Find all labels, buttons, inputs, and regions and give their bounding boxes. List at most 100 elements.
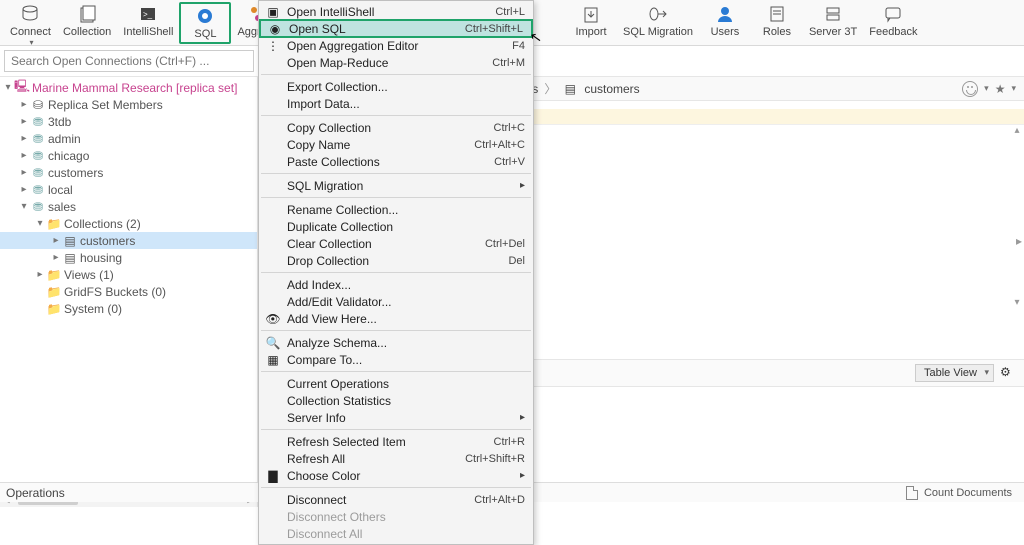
menu-item[interactable]: Drop Collection Del <box>259 252 533 269</box>
tree-item-admin[interactable]: ▸⛃admin <box>0 130 257 147</box>
menu-item[interactable]: ▦Compare To... <box>259 351 533 368</box>
tree-root[interactable]: ▾🖳Marine Mammal Research [replica set] <box>0 79 257 96</box>
menu-item-label: Import Data... <box>287 97 360 111</box>
collection-icon: ▤ <box>62 234 78 248</box>
menu-item-label: Open Map-Reduce <box>287 56 388 70</box>
tree-item-system[interactable]: 📁System (0) <box>0 300 257 317</box>
connect-button[interactable]: Connect▾ <box>4 2 57 49</box>
search-input[interactable] <box>4 50 254 72</box>
menu-item[interactable]: Collection Statistics <box>259 392 533 409</box>
import-button[interactable]: Import <box>565 2 617 40</box>
tree-item-collections[interactable]: ▾📁Collections (2) <box>0 215 257 232</box>
menu-item[interactable]: SQL Migration▸ <box>259 177 533 194</box>
sql-migration-button[interactable]: SQL Migration <box>617 2 699 40</box>
server3t-button[interactable]: Server 3T <box>803 2 863 40</box>
menu-item[interactable]: Refresh Selected ItemCtrl+R <box>259 433 533 450</box>
menu-item-label: Compare To... <box>287 353 362 367</box>
sql-button[interactable]: SQL <box>179 2 231 44</box>
tree-item-customers-coll[interactable]: ▸▤customers <box>0 232 257 249</box>
menu-item[interactable]: Refresh AllCtrl+Shift+R <box>259 450 533 467</box>
import-label: Import <box>575 26 606 38</box>
collection-button[interactable]: Collection <box>57 2 117 40</box>
tree-item-sales[interactable]: ▾⛃sales <box>0 198 257 215</box>
feedback-button[interactable]: Feedback <box>863 2 923 40</box>
collection-icon: ▤ <box>62 251 78 265</box>
tree-item-3tdb[interactable]: ▸⛃3tdb <box>0 113 257 130</box>
sql-icon <box>195 6 215 26</box>
menu-item-label: Copy Collection <box>287 121 371 135</box>
menu-item-label: Drop Collection <box>287 254 369 268</box>
intellishell-button[interactable]: >_ IntelliShell <box>117 2 179 40</box>
menu-item[interactable]: Import Data... <box>259 95 533 112</box>
db-icon: ⛃ <box>30 200 46 214</box>
tree-item-customers[interactable]: ▸⛃customers <box>0 164 257 181</box>
tree-item-local[interactable]: ▸⛃local <box>0 181 257 198</box>
menu-item[interactable]: Current Operations <box>259 375 533 392</box>
menu-item[interactable]: ◉Open SQLCtrl+Shift+L <box>259 19 533 38</box>
menu-item-label: Duplicate Collection <box>287 220 393 234</box>
shortcut-label: Ctrl+C <box>494 122 525 134</box>
menu-item: Disconnect Others <box>259 508 533 525</box>
menu-item: Disconnect All <box>259 525 533 542</box>
submenu-arrow-icon: ▸ <box>520 180 525 191</box>
menu-item[interactable]: Copy Collection Ctrl+C <box>259 119 533 136</box>
operations-tab[interactable]: Operations <box>0 482 258 502</box>
tree-item-gridfs[interactable]: 📁GridFS Buckets (0) <box>0 283 257 300</box>
shortcut-label: F4 <box>512 40 525 52</box>
menu-item[interactable]: ▣Open IntelliShellCtrl+L <box>259 3 533 20</box>
menu-item-label: Clear Collection <box>287 237 372 251</box>
view-mode-select[interactable]: Table View <box>915 364 994 382</box>
connection-tree[interactable]: ▾🖳Marine Mammal Research [replica set] ▸… <box>0 77 257 507</box>
roles-button[interactable]: Roles <box>751 2 803 40</box>
context-menu[interactable]: ▣Open IntelliShellCtrl+L◉Open SQLCtrl+Sh… <box>258 0 534 545</box>
star-icon[interactable]: ★ <box>995 82 1006 96</box>
submenu-arrow-icon: ▸ <box>520 470 525 481</box>
menu-item[interactable]: 🔍Analyze Schema... <box>259 334 533 351</box>
menu-item[interactable]: Export Collection... <box>259 78 533 95</box>
menu-item[interactable]: ⋮Open Aggregation EditorF4 <box>259 37 533 54</box>
shortcut-label: Ctrl+M <box>492 57 525 69</box>
menu-item-label: Current Operations <box>287 377 389 391</box>
tree-item-views[interactable]: ▸📁Views (1) <box>0 266 257 283</box>
menu-item-label: Collection Statistics <box>287 394 391 408</box>
menu-item[interactable]: Rename Collection... <box>259 201 533 218</box>
breadcrumb-collection[interactable]: customers <box>584 82 639 96</box>
sql-label: SQL <box>194 28 216 40</box>
tree-item-replica[interactable]: ▸⛁Replica Set Members <box>0 96 257 113</box>
document-icon <box>906 486 918 500</box>
menu-item[interactable]: Add/Edit Validator... <box>259 293 533 310</box>
server3t-label: Server 3T <box>809 26 857 38</box>
menu-item-label: Copy Name <box>287 138 350 152</box>
submenu-arrow-icon: ▸ <box>520 412 525 423</box>
count-documents-button[interactable]: Count Documents <box>924 487 1012 499</box>
menu-item-label: Open IntelliShell <box>287 5 374 19</box>
menu-item[interactable]: Clear CollectionCtrl+Del <box>259 235 533 252</box>
collection-label: Collection <box>63 26 111 38</box>
users-button[interactable]: Users <box>699 2 751 40</box>
shortcut-label: Del <box>508 255 525 267</box>
smiley-icon[interactable] <box>962 81 978 97</box>
menu-item[interactable]: Open Map-Reduce Ctrl+M <box>259 54 533 71</box>
shortcut-label: Ctrl+Alt+D <box>474 494 525 506</box>
db-icon: ⛃ <box>30 115 46 129</box>
shortcut-label: Ctrl+R <box>494 436 525 448</box>
shortcut-label: Ctrl+L <box>495 6 525 18</box>
roles-icon <box>767 4 787 24</box>
color-icon: ▇ <box>265 468 281 484</box>
menu-item[interactable]: ▇Choose Color▸ <box>259 467 533 484</box>
user-icon <box>715 4 735 24</box>
roles-label: Roles <box>763 26 791 38</box>
vscroll[interactable]: ▴▾ <box>1010 125 1024 307</box>
menu-item[interactable]: Duplicate Collection <box>259 218 533 235</box>
menu-item[interactable]: Add Index... <box>259 276 533 293</box>
menu-item[interactable]: Server Info ▸ <box>259 409 533 426</box>
menu-item[interactable]: 👁Add View Here... <box>259 310 533 327</box>
menu-item-label: Server Info <box>287 411 346 425</box>
tree-item-housing-coll[interactable]: ▸▤housing <box>0 249 257 266</box>
collection-icon <box>77 4 97 24</box>
menu-item[interactable]: DisconnectCtrl+Alt+D <box>259 491 533 508</box>
menu-item[interactable]: Copy NameCtrl+Alt+C <box>259 136 533 153</box>
menu-item[interactable]: Paste CollectionsCtrl+V <box>259 153 533 170</box>
gear-icon[interactable]: ⚙ <box>1000 365 1016 381</box>
tree-item-chicago[interactable]: ▸⛃chicago <box>0 147 257 164</box>
